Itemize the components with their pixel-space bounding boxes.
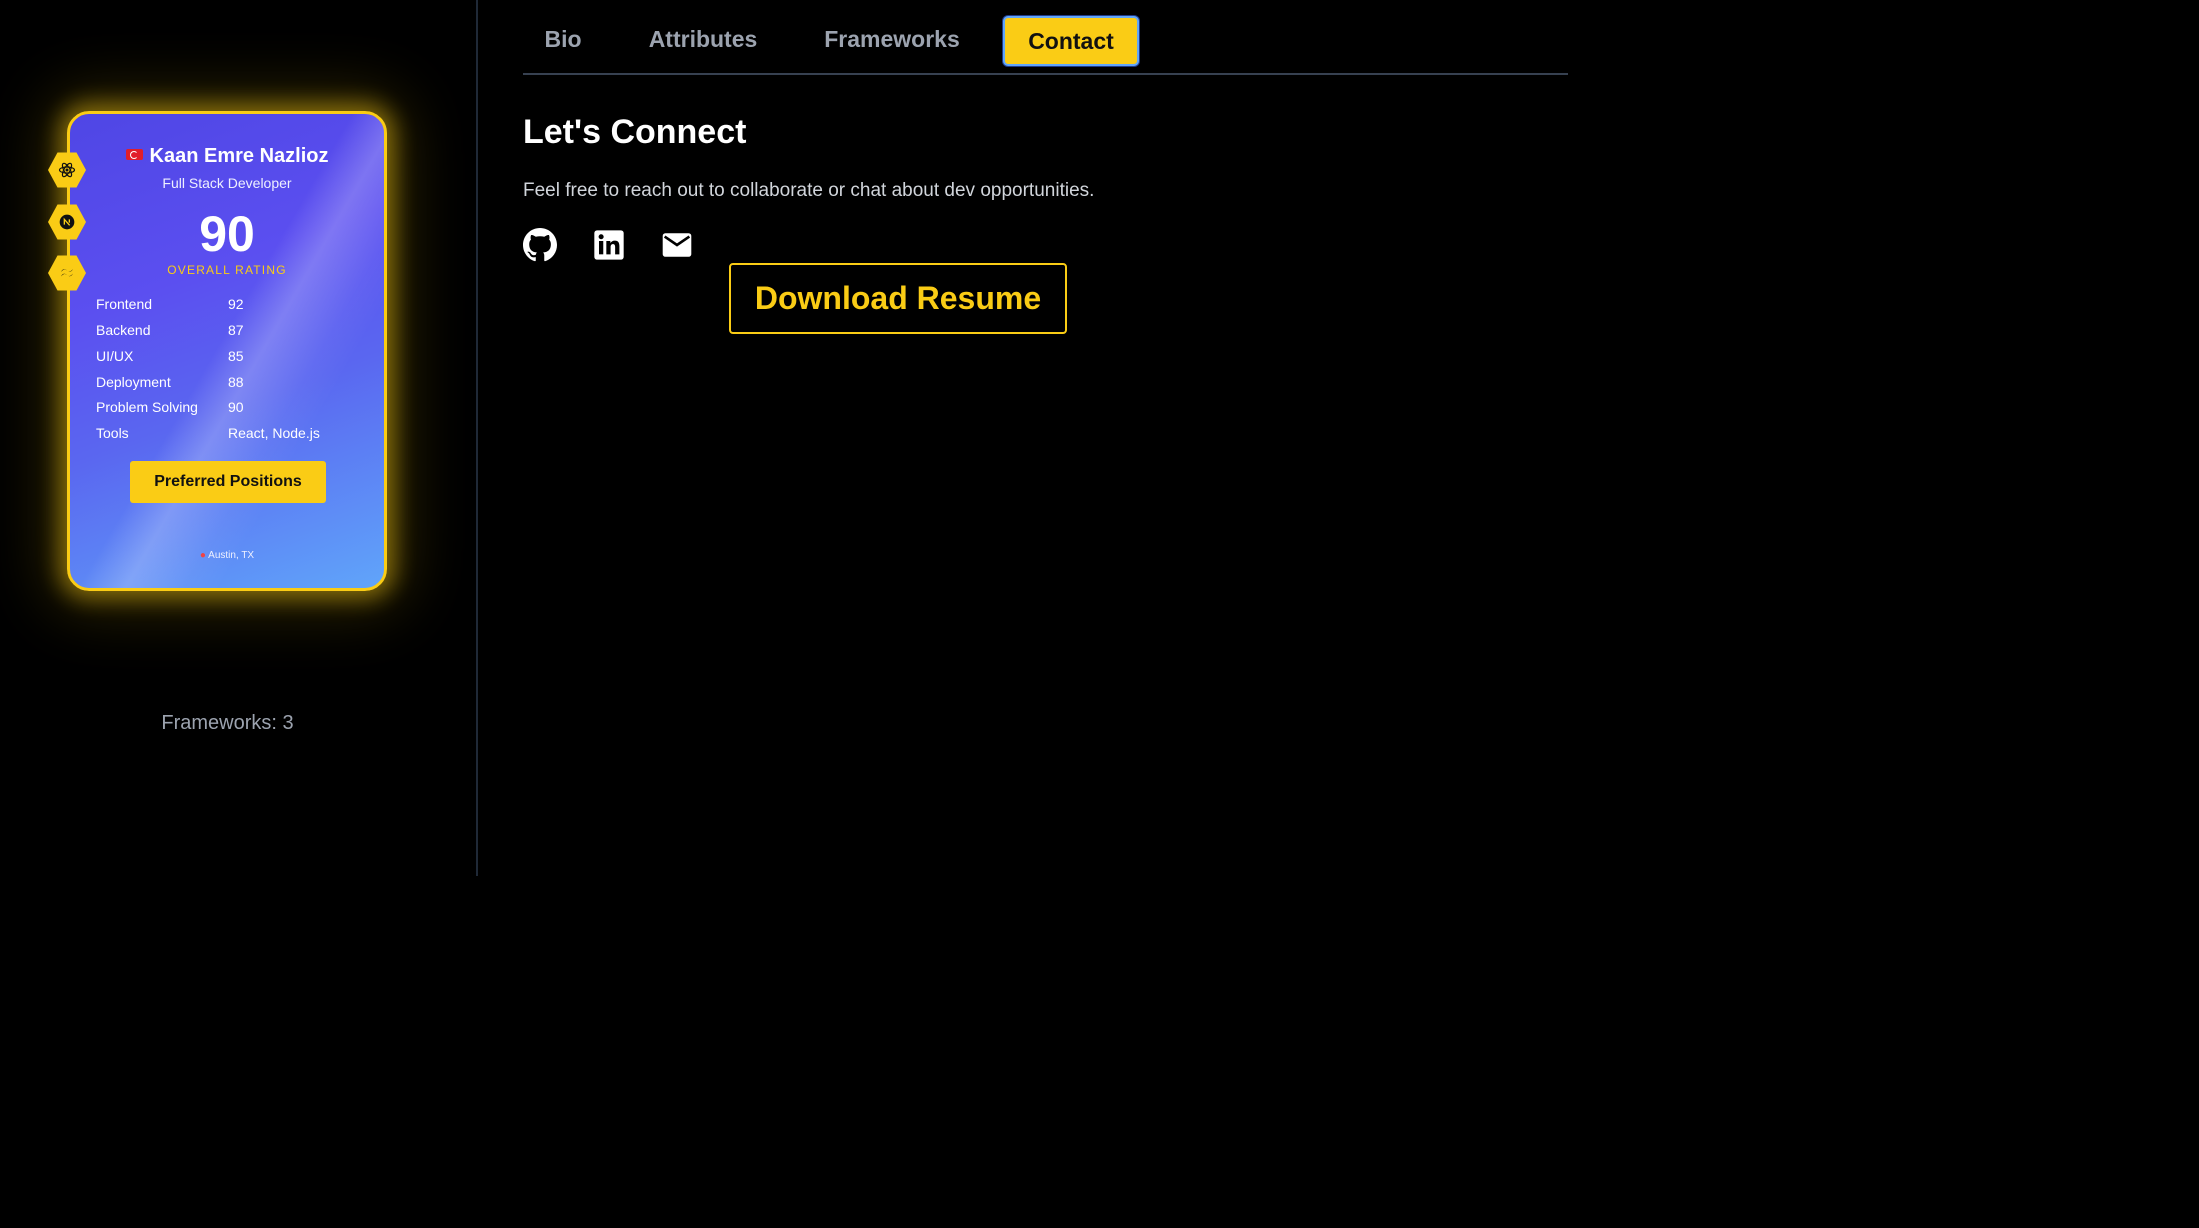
preferred-positions-button[interactable]: Preferred Positions	[130, 461, 326, 503]
tab-bio[interactable]: Bio	[523, 16, 603, 62]
stat-value: 85	[228, 348, 244, 364]
stat-label: Deployment	[96, 374, 171, 390]
download-resume-button[interactable]: Download Resume	[729, 263, 1067, 334]
turkey-flag-icon	[125, 149, 143, 160]
tab-contact[interactable]: Contact	[1003, 16, 1139, 66]
overall-rating: 90	[199, 206, 255, 262]
github-icon[interactable]	[522, 227, 558, 263]
stat-value: 88	[228, 374, 244, 390]
player-card: Kaan Emre Nazlioz Full Stack Developer 9…	[67, 111, 387, 591]
stat-label: Frontend	[96, 296, 153, 312]
overall-rating-label: OVERALL RATING	[167, 263, 287, 277]
stat-value: 90	[228, 399, 244, 415]
stat-value: React, Node.js	[228, 425, 320, 441]
tab-frameworks[interactable]: Frameworks	[813, 16, 971, 62]
tab-attributes[interactable]: Attributes	[635, 16, 771, 62]
card-name-row: Kaan Emre Nazlioz	[70, 145, 384, 168]
stat-value: 87	[228, 322, 244, 338]
card-name: Kaan Emre Nazlioz	[149, 145, 329, 167]
stat-label: Backend	[96, 322, 151, 338]
tab-bar: Bio Attributes Frameworks Contact	[523, 0, 1568, 75]
email-icon[interactable]	[659, 227, 695, 263]
stat-label: Problem Solving	[96, 399, 198, 415]
location-row: ● Austin, TX	[70, 550, 384, 561]
page-title: Let's Connect	[523, 113, 747, 151]
pin-icon: ●	[199, 550, 206, 561]
stat-value: 92	[228, 296, 244, 312]
contact-subtext: Feel free to reach out to collaborate or…	[523, 180, 1095, 201]
linkedin-icon[interactable]	[591, 227, 627, 263]
stat-label: UI/UX	[96, 348, 134, 364]
frameworks-count: Frameworks: 3	[161, 712, 294, 734]
left-panel: Kaan Emre Nazlioz Full Stack Developer 9…	[0, 0, 478, 876]
card-role: Full Stack Developer	[162, 175, 292, 191]
location-text: Austin, TX	[208, 550, 255, 561]
stat-label: Tools	[96, 425, 129, 441]
